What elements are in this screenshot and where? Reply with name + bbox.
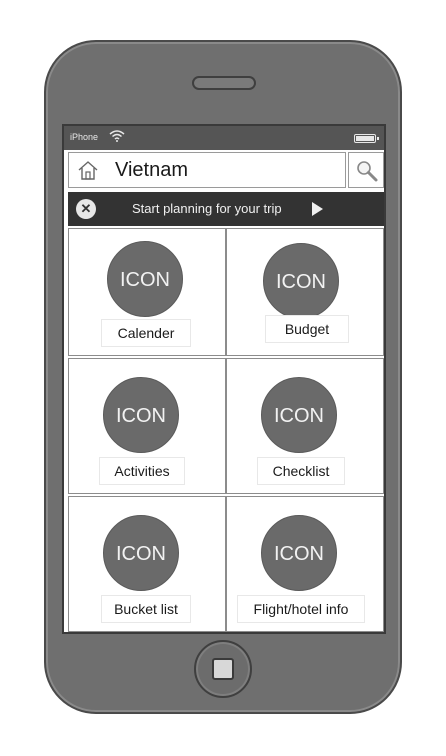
tile-icon: ICON xyxy=(263,243,339,319)
play-arrow-icon xyxy=(312,202,323,216)
tile-icon: ICON xyxy=(107,241,183,317)
wifi-icon xyxy=(109,130,125,142)
header-bar: Vietnam xyxy=(68,152,384,188)
tile-budget[interactable]: ICON Budget xyxy=(226,228,384,356)
tile-calender[interactable]: ICON Calender xyxy=(68,228,226,356)
close-icon[interactable]: ✕ xyxy=(76,199,96,219)
tile-label: Activities xyxy=(99,457,185,485)
home-square-icon xyxy=(212,658,234,680)
trip-banner[interactable]: ✕ Start planning for your trip xyxy=(68,192,384,226)
tile-checklist[interactable]: ICON Checklist xyxy=(226,358,384,494)
home-icon[interactable] xyxy=(77,159,99,181)
feature-grid: ICON Calender ICON Budget ICON Activitie… xyxy=(68,228,384,632)
tile-bucket-list[interactable]: ICON Bucket list xyxy=(68,496,226,632)
battery-icon xyxy=(354,134,379,143)
tile-label: Checklist xyxy=(257,457,345,485)
search-icon xyxy=(357,161,378,182)
screen: iPhone Vietnam ✕ Start planning for your… xyxy=(62,124,386,634)
tile-flight-hotel-info[interactable]: ICON Flight/hotel info xyxy=(226,496,384,632)
tile-label: Flight/hotel info xyxy=(237,595,365,623)
tile-icon: ICON xyxy=(103,377,179,453)
page-title: Vietnam xyxy=(115,159,189,181)
search-button[interactable] xyxy=(348,152,384,188)
tile-label: Bucket list xyxy=(101,595,191,623)
carrier-label: iPhone xyxy=(70,132,99,142)
tile-icon: ICON xyxy=(103,515,179,591)
title-box: Vietnam xyxy=(68,152,346,188)
home-button[interactable] xyxy=(194,640,252,698)
tile-label: Budget xyxy=(265,315,349,343)
tile-icon: ICON xyxy=(261,377,337,453)
speaker-slot xyxy=(192,76,256,90)
banner-text: Start planning for your trip xyxy=(132,201,282,216)
tile-icon: ICON xyxy=(261,515,337,591)
tile-label: Calender xyxy=(101,319,191,347)
phone-frame: iPhone Vietnam ✕ Start planning for your… xyxy=(44,40,402,714)
status-bar: iPhone xyxy=(64,126,384,150)
tile-activities[interactable]: ICON Activities xyxy=(68,358,226,494)
